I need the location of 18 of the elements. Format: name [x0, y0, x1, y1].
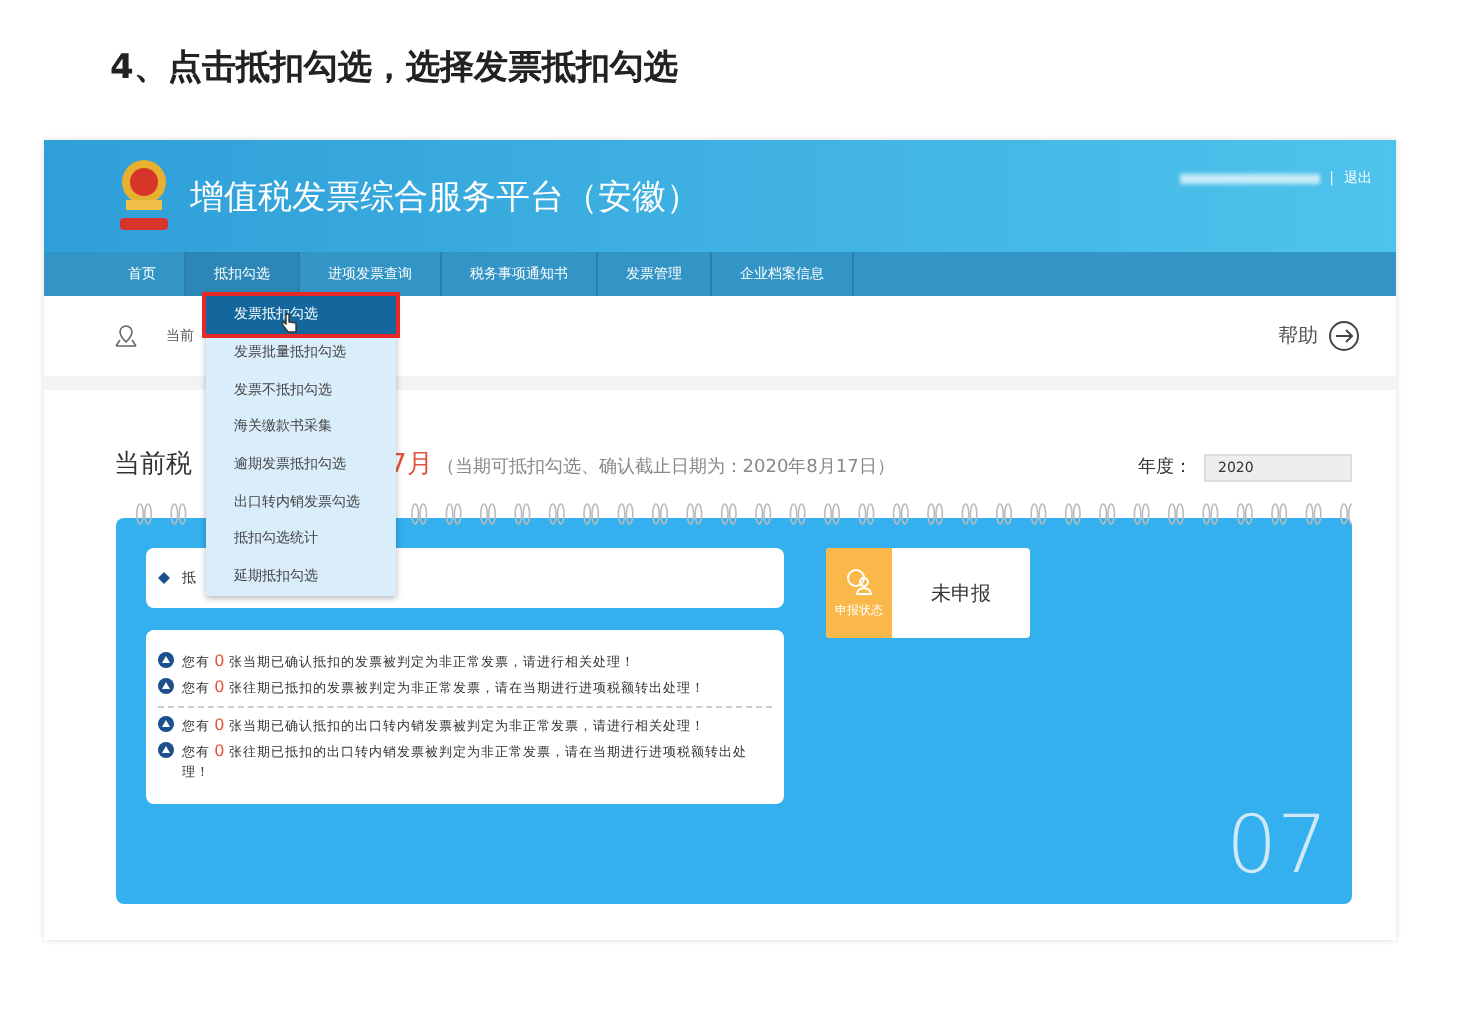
arrow-circle-icon[interactable] [1328, 320, 1360, 352]
deadline-note: （当期可抵扣勾选、确认截止日期为：2020年8月17日） [436, 455, 895, 480]
alert-icon [158, 652, 174, 668]
alert-icon [158, 678, 174, 694]
help-link[interactable]: 帮助 [1278, 322, 1318, 350]
period-label: 当前税 [114, 448, 192, 482]
alert-icon [158, 716, 174, 732]
emblem-icon [114, 156, 174, 236]
blurred-company-name [1179, 173, 1320, 183]
location-icon [114, 324, 138, 348]
diamond-icon [158, 572, 170, 584]
person-clock-icon [845, 567, 873, 595]
month-number: 07 [1226, 800, 1328, 892]
platform-title: 增值税发票综合服务平台（安徽） [190, 175, 700, 219]
status-value: 未申报 [929, 581, 993, 609]
year-label: 年度： [1138, 455, 1192, 480]
alert-icon [158, 742, 174, 758]
step-heading: 4、点击抵扣勾选，选择发票抵扣勾选 [110, 46, 680, 92]
